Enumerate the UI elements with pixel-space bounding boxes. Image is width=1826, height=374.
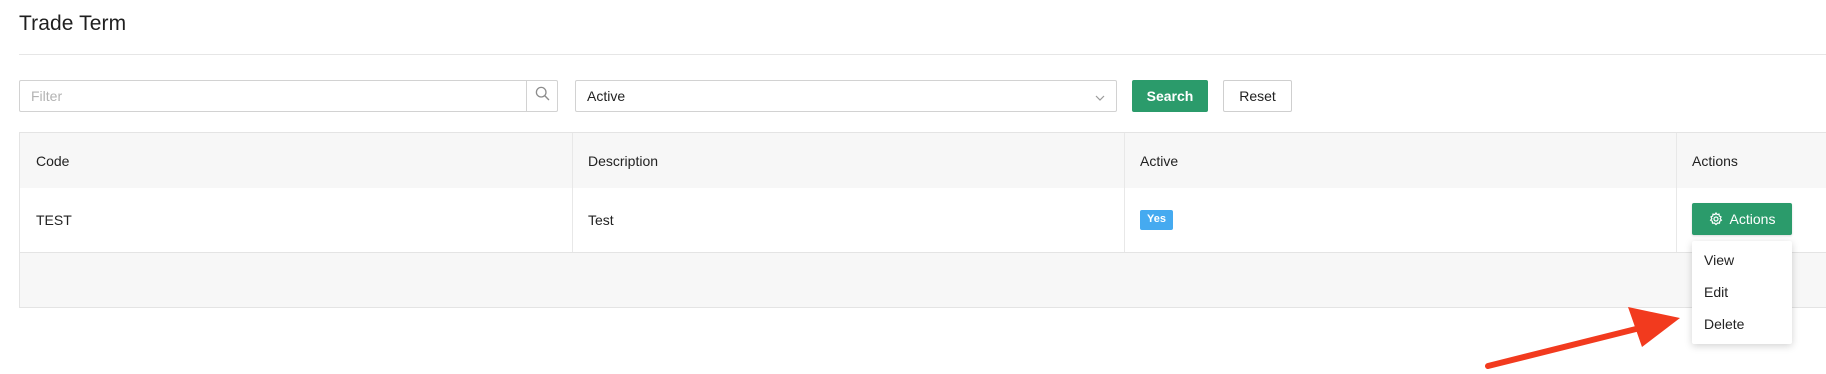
- actions-button-label: Actions: [1729, 211, 1776, 227]
- menu-item-delete[interactable]: Delete: [1692, 308, 1792, 340]
- cell-active: Yes: [1124, 188, 1676, 252]
- search-icon: [535, 86, 550, 106]
- trade-term-table: Code Description Active Actions TEST Tes…: [19, 132, 1826, 308]
- search-button[interactable]: Search: [1132, 80, 1208, 112]
- column-header-description[interactable]: Description: [572, 133, 1124, 188]
- status-select[interactable]: Active: [575, 80, 1117, 112]
- chevron-down-icon: [1094, 91, 1106, 107]
- menu-item-view[interactable]: View: [1692, 244, 1792, 276]
- table-footer: [20, 253, 1826, 307]
- cell-code: TEST: [36, 212, 72, 228]
- filter-input-group: [19, 80, 558, 112]
- table-row: TEST Test Yes: [20, 188, 1826, 253]
- arrow-annotation-icon: [1485, 307, 1680, 369]
- actions-button[interactable]: Actions: [1692, 203, 1792, 235]
- column-header-active[interactable]: Active: [1124, 133, 1676, 188]
- column-header-actions: Actions: [1692, 152, 1738, 169]
- column-header-code[interactable]: Code: [20, 133, 572, 188]
- menu-item-edit[interactable]: Edit: [1692, 276, 1792, 308]
- filter-input[interactable]: [20, 81, 528, 111]
- actions-dropdown-menu: View Edit Delete: [1692, 241, 1792, 344]
- cell-description: Test: [588, 212, 614, 228]
- gear-icon: [1709, 212, 1723, 226]
- page-title: Trade Term: [19, 12, 127, 35]
- status-badge: Yes: [1140, 210, 1173, 230]
- filter-search-button[interactable]: [526, 81, 557, 111]
- table-header: Code Description Active Actions: [20, 133, 1826, 189]
- reset-button[interactable]: Reset: [1223, 80, 1292, 112]
- status-select-value: Active: [587, 88, 626, 104]
- title-divider: [19, 54, 1826, 55]
